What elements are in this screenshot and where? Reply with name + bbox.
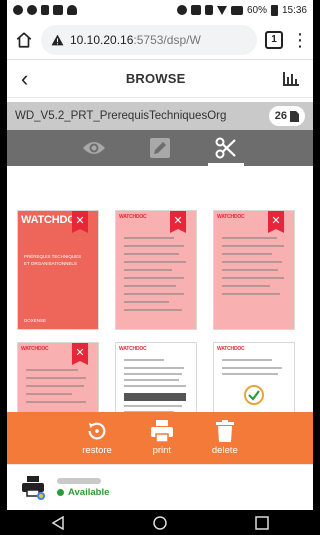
signal-icon (230, 5, 243, 15)
eye-icon (83, 142, 105, 154)
status-bar: 60% 15:36 (7, 0, 313, 20)
page-brand: WATCHDOC (119, 214, 147, 220)
tab-preview[interactable] (74, 130, 114, 166)
stats-icon[interactable] (283, 71, 299, 86)
deleted-marker-icon[interactable]: ✕ (268, 211, 284, 233)
page-thumbnail[interactable]: WATCHDOC ✕ (213, 210, 295, 330)
mode-tabs (7, 130, 313, 166)
action-bar: restore print delete (7, 412, 313, 464)
page-brand: WATCHDOC (119, 346, 147, 352)
printer-status: Available (57, 487, 109, 498)
warning-icon (51, 34, 64, 45)
url-host: 10.10.20.16 (70, 32, 134, 47)
page-brand: WATCHDOC (217, 346, 245, 352)
printer-info: Available (57, 477, 109, 498)
battery-percent: 60% (246, 4, 267, 16)
restore-icon (88, 422, 106, 440)
print-label: print (152, 445, 172, 456)
deleted-marker-icon[interactable]: ✕ (170, 211, 186, 233)
deleted-marker-icon[interactable]: ✕ (72, 211, 88, 233)
browser-toolbar: 10.10.20.16:5753/dsp/W 1 ⋮ (7, 20, 313, 60)
nfc-icon (190, 5, 201, 15)
cover-title: PRÉREQUIS TECHNIQUES ET ORGANISATIONNELS (24, 253, 92, 267)
pencil-icon (150, 138, 170, 158)
page-title: BROWSE (125, 71, 186, 86)
delete-button[interactable]: delete (212, 420, 238, 456)
tab-cut[interactable] (206, 130, 246, 166)
battery-icon (270, 4, 278, 16)
printer-status-icon (22, 475, 45, 500)
system-nav-bar (7, 510, 313, 535)
delete-label: delete (211, 445, 238, 456)
app-header: ‹ BROWSE (7, 60, 313, 98)
image-icon (53, 5, 63, 15)
page-thumbnail[interactable]: WATCHDOC ✕ (17, 342, 99, 412)
cover-footer: DOXENSE (24, 318, 47, 323)
vibrate-icon (204, 5, 213, 15)
scissors-icon (215, 137, 236, 159)
nav-back-icon[interactable] (51, 515, 65, 530)
page-count: 26 (274, 110, 287, 122)
page-thumbnail[interactable]: WATCHDOC (213, 342, 295, 412)
home-icon[interactable] (15, 31, 33, 49)
printer-selector[interactable]: Available (7, 464, 313, 510)
cover-title-line: ET ORGANISATIONNELS (24, 261, 77, 267)
back-arrow-icon[interactable]: ‹ (21, 67, 28, 90)
document-icon (290, 110, 299, 122)
page-count-badge: 26 (268, 106, 305, 126)
page-brand: WATCHDOC (21, 346, 49, 352)
browser-menu-icon[interactable]: ⋮ (291, 31, 309, 49)
tab-edit[interactable] (140, 130, 180, 166)
print-button[interactable]: print (150, 420, 174, 456)
shield-icon (27, 5, 37, 15)
restore-label: restore (82, 445, 112, 456)
nav-home-icon[interactable] (153, 515, 167, 530)
wifi-icon (216, 5, 227, 15)
phone-screen: 60% 15:36 10.10.20.16:5753/dsp/W 1 ⋮ ‹ B… (7, 0, 313, 535)
certificate-icon (244, 385, 264, 405)
data-saver-icon (176, 5, 187, 15)
android-icon (67, 5, 77, 15)
clock: 15:36 (281, 4, 307, 16)
trash-icon (215, 420, 234, 442)
document-bar: WD_V5.2_PRT_PrerequisTechniquesOrg 26 (7, 102, 313, 130)
status-dot-icon (57, 488, 64, 496)
page-thumbnail[interactable]: WATCHDOC ✕ (115, 210, 197, 330)
cover-title-line: PRÉREQUIS TECHNIQUES (24, 254, 82, 259)
tab-switcher-button[interactable]: 1 (265, 30, 283, 49)
page-grid: WATCHDOC ✕ PRÉREQUIS TECHNIQUES ET ORGAN… (7, 202, 313, 412)
url-path: :5753/dsp/W (133, 32, 201, 47)
address-bar[interactable]: 10.10.20.16:5753/dsp/W (41, 24, 257, 55)
printer-status-label: Available (68, 486, 110, 498)
document-name: WD_V5.2_PRT_PrerequisTechniquesOrg (15, 110, 227, 122)
usb-icon (41, 5, 49, 15)
nav-recents-icon[interactable] (255, 515, 269, 530)
printer-icon (150, 420, 173, 442)
page-thumbnail[interactable]: WATCHDOC ✕ PRÉREQUIS TECHNIQUES ET ORGAN… (17, 210, 99, 330)
page-thumbnail[interactable]: WATCHDOC (115, 342, 197, 412)
printer-name-redacted (57, 477, 101, 484)
restore-button[interactable]: restore (82, 420, 112, 456)
notification-icon (13, 5, 23, 15)
deleted-marker-icon[interactable]: ✕ (72, 343, 88, 365)
page-brand: WATCHDOC (217, 214, 245, 220)
